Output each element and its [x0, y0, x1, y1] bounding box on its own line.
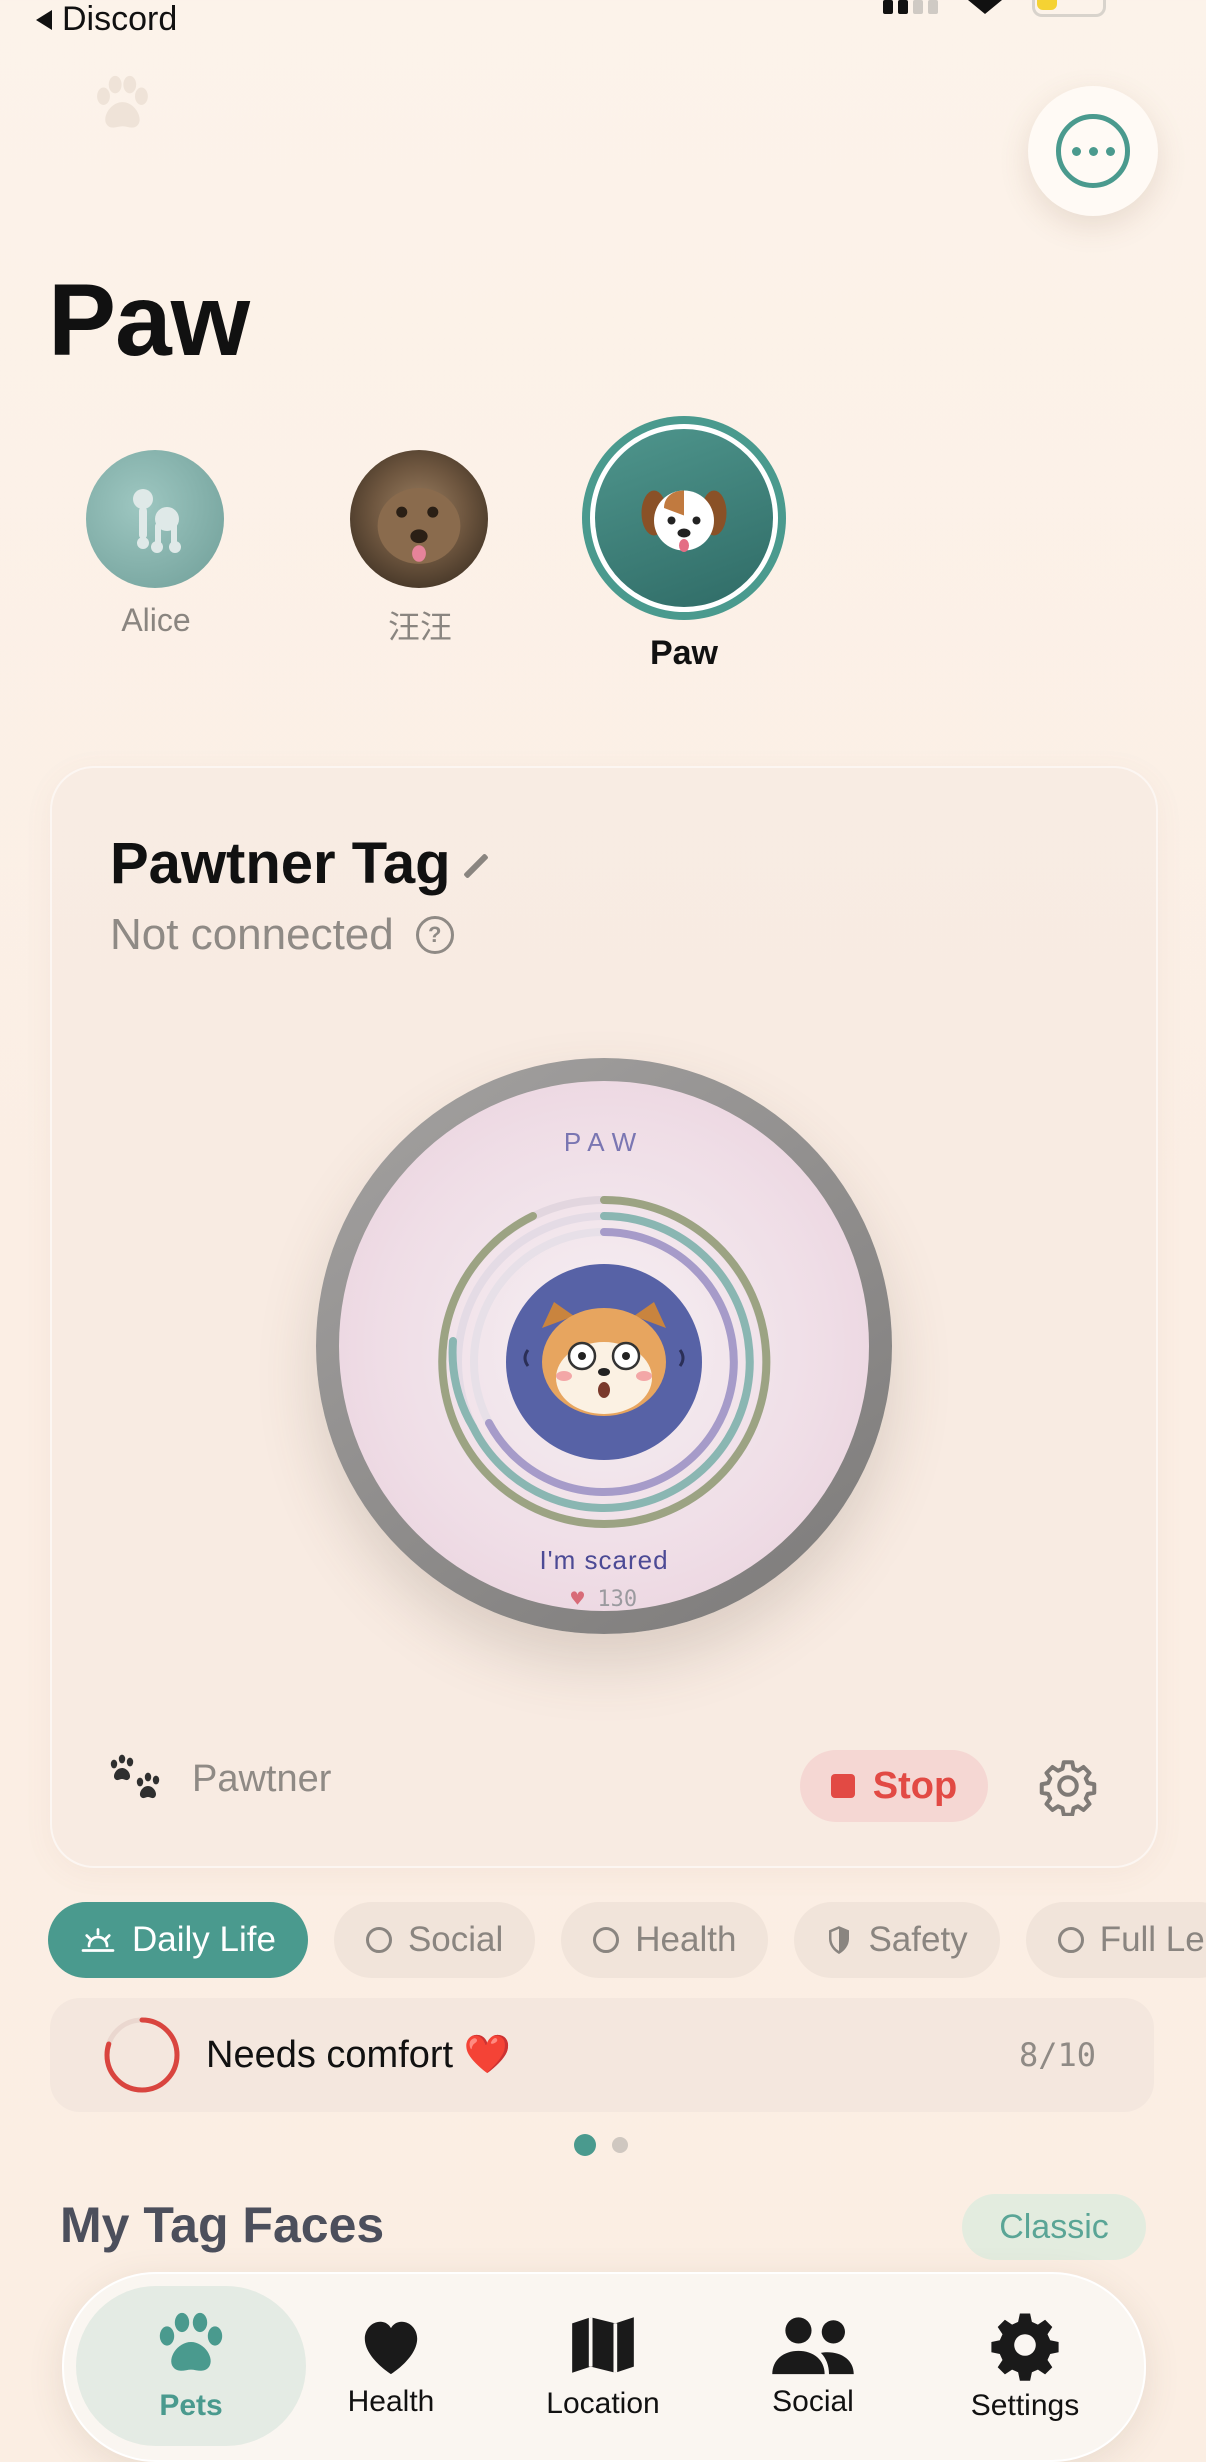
chip-label: Social	[407, 1920, 504, 1959]
paw-decoration-icon	[86, 70, 156, 154]
help-icon[interactable]: ?	[415, 916, 454, 954]
chip-daily-life[interactable]: Daily Life	[48, 1902, 308, 1978]
tab-label: Social	[772, 2385, 854, 2418]
tag-device-preview[interactable]: PAW I'm scared ♥ 130	[316, 1058, 892, 1634]
mood-label: I'm scared	[539, 1545, 669, 1575]
brand-label: Pawtner	[192, 1757, 332, 1800]
tab-label: Pets	[159, 2389, 223, 2422]
paw-icon	[159, 2312, 223, 2371]
tag-face: PAW I'm scared ♥ 130	[339, 1081, 869, 1612]
play-circle-icon	[1057, 1927, 1084, 1953]
tab-label: Settings	[970, 2389, 1080, 2422]
battery-icon	[1032, 0, 1106, 17]
sunrise-icon	[81, 1928, 115, 1952]
avatar	[86, 450, 224, 588]
category-chips: Daily Life Social Health Safety Full Le	[48, 1902, 1206, 1978]
pawtner-brand-row: Pawtner	[108, 1754, 331, 1804]
chip-safety[interactable]: Safety	[794, 1902, 1000, 1978]
pet-paw[interactable]: Paw	[582, 416, 786, 673]
page-dot	[612, 2137, 628, 2153]
tab-location[interactable]: Location	[508, 2286, 698, 2446]
stop-square-icon	[830, 1774, 855, 1798]
pet-name: Alice	[121, 602, 191, 638]
classic-badge[interactable]: Classic	[962, 2194, 1146, 2260]
back-label: Discord	[62, 0, 178, 38]
status-indicators	[883, 0, 1106, 17]
connection-status: Not connected	[110, 910, 394, 959]
pet-alice[interactable]: Alice	[86, 450, 226, 639]
gear-icon	[1039, 1760, 1097, 1817]
chip-label: Safety	[868, 1920, 968, 1959]
avatar	[582, 416, 786, 620]
page-dot-active	[574, 2134, 596, 2156]
cellular-signal-icon	[883, 0, 938, 14]
tag-pet-name: PAW	[563, 1127, 645, 1157]
pet-name: 汪汪	[387, 609, 452, 645]
chip-health[interactable]: Health	[561, 1902, 769, 1978]
tag-title: Pawtner Tag	[110, 831, 451, 896]
tab-label: Location	[546, 2387, 660, 2420]
comfort-status-card[interactable]: Needs comfort ❤️ 8/10	[50, 1998, 1154, 2112]
map-icon	[572, 2317, 634, 2373]
heart-icon	[364, 2321, 418, 2375]
page-indicator[interactable]	[574, 2134, 628, 2156]
avatar	[350, 450, 488, 588]
puppy-face-icon	[641, 490, 727, 552]
pawtner-tag-card: Pawtner Tag Not connected ? PAW I'm scar…	[50, 766, 1158, 1868]
back-arrow-icon	[36, 9, 52, 30]
wifi-icon	[968, 0, 1002, 14]
chip-full-life[interactable]: Full Le	[1025, 1902, 1206, 1978]
paw-prints-icon	[110, 1754, 160, 1799]
chip-social[interactable]: Social	[333, 1902, 536, 1978]
pet-name: Paw	[649, 634, 719, 672]
plus-circle-icon	[593, 1927, 620, 1953]
heart-circle-icon	[365, 1927, 392, 1953]
people-icon	[772, 2317, 854, 2375]
pet-wangwang[interactable]: 汪汪	[350, 450, 490, 648]
tab-social[interactable]: Social	[718, 2286, 908, 2446]
tag-title-row: Pawtner Tag	[110, 830, 489, 897]
tab-pets[interactable]: Pets	[76, 2286, 306, 2446]
stop-label: Stop	[872, 1764, 958, 1807]
chip-label: Full Le	[1099, 1920, 1205, 1959]
status-text: Needs comfort ❤️	[206, 2034, 511, 2076]
progress-ring	[104, 2017, 180, 2093]
heart-count: 130	[597, 1587, 638, 1612]
shield-icon	[829, 1926, 850, 1954]
ellipsis-icon	[1056, 114, 1130, 188]
back-to-discord[interactable]: Discord	[36, 0, 177, 39]
heart-count-row: ♥ 130	[339, 1587, 869, 1612]
poodle-icon	[133, 489, 181, 553]
more-options-button[interactable]	[1028, 86, 1158, 216]
bottom-tab-bar: Pets Health Location Social Settings	[62, 2272, 1146, 2462]
tab-settings[interactable]: Settings	[930, 2286, 1120, 2446]
tag-status-row: Not connected ?	[110, 910, 454, 960]
page-title: Paw	[48, 263, 250, 377]
heart-icon: ♥	[570, 1587, 585, 1612]
dog-photo	[377, 487, 461, 564]
edit-pencil-icon[interactable]	[462, 852, 489, 879]
stop-button[interactable]: Stop	[800, 1750, 988, 1822]
status-count: 8/10	[1018, 2036, 1096, 2074]
activity-rings	[438, 1195, 771, 1528]
tag-settings-button[interactable]	[1038, 1756, 1098, 1821]
gear-icon	[991, 2313, 1059, 2381]
section-title: My Tag Faces	[60, 2197, 385, 2253]
tab-health[interactable]: Health	[296, 2286, 486, 2446]
chip-label: Health	[635, 1920, 737, 1959]
chip-label: Daily Life	[132, 1920, 276, 1959]
tab-label: Health	[347, 2385, 435, 2418]
